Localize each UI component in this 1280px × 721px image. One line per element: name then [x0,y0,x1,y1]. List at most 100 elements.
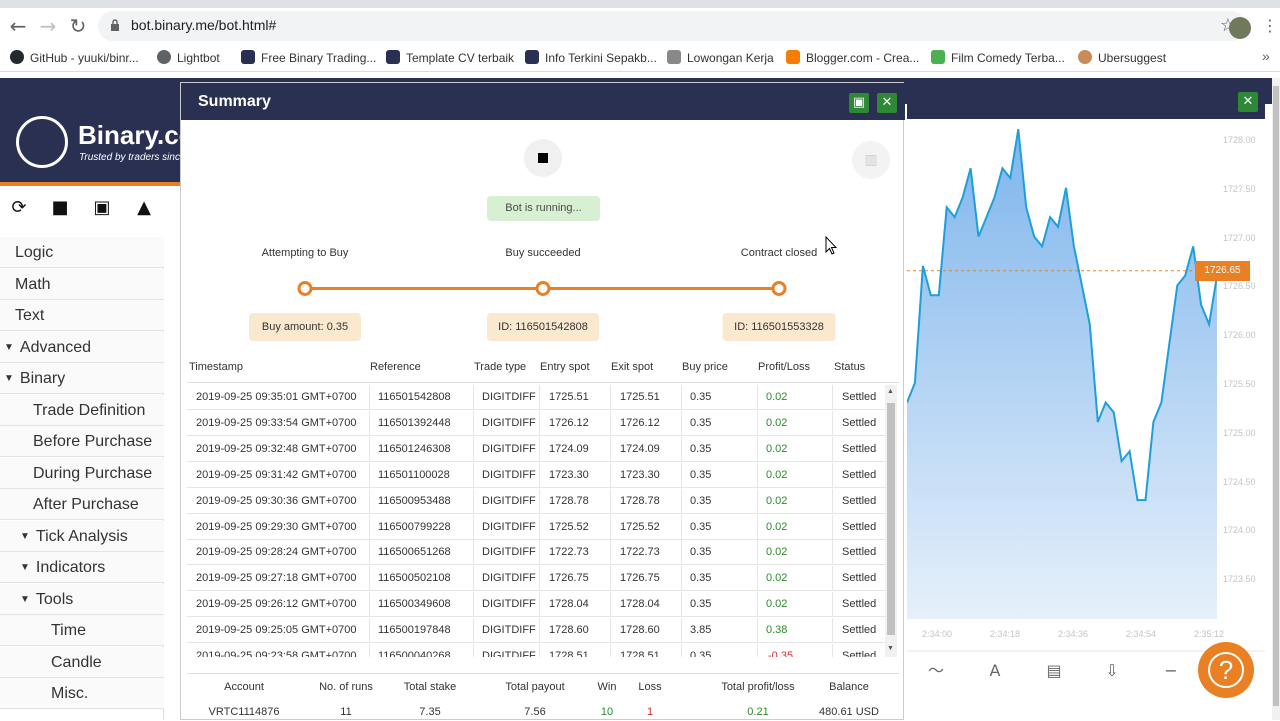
column-divider [757,592,758,618]
reload-icon[interactable]: ↻ [66,14,90,38]
column-header[interactable]: Reference [370,361,421,373]
sidebar-item[interactable]: Time [0,615,164,646]
bookmark-item[interactable]: Template CV terbaik [386,50,514,65]
table-scrollbar[interactable]: ▲ ▼ [885,385,897,657]
price-chart[interactable]: 1726.65 〜 A ▤ ⇩ − ? 1728.00 1727.50 1727.0… [907,119,1265,720]
column-divider [369,592,370,618]
bookmark-label: Free Binary Trading... [261,51,377,65]
bookmark-item[interactable]: Ubersuggest [1078,50,1166,65]
sidebar-item[interactable]: After Purchase [0,489,164,520]
column-header[interactable]: Trade type [474,361,526,373]
browser-menu-icon[interactable]: ⋮ [1262,16,1278,35]
indicators-icon[interactable]: ▤ [1044,661,1064,681]
download-icon[interactable]: ⇩ [1102,661,1122,681]
table-cell: 0.02 [766,391,788,403]
sidebar-item[interactable]: Misc. [0,678,164,709]
sidebar-item-label: Tools [35,590,74,608]
column-header[interactable]: Status [834,361,865,373]
page-scrollbar[interactable] [1272,78,1280,720]
column-divider [610,436,611,462]
url-text[interactable]: bot.binary.me/bot.html# [131,17,276,33]
scroll-down-arrow-icon[interactable]: ▼ [887,645,894,652]
bookmark-item[interactable]: Film Comedy Terba... [931,50,1065,65]
table-cell: Settled [842,494,877,507]
zoom-out-icon[interactable]: − [1161,661,1181,681]
page-scroll-thumb[interactable] [1273,86,1279,706]
sidebar-item[interactable]: Trade Definition [0,394,164,426]
y-axis-tick: 1724.00 [1223,525,1256,536]
table-cell: 1725.51 [620,391,660,403]
column-divider [369,644,370,657]
y-axis-tick: 1725.00 [1223,427,1256,438]
sidebar-item[interactable]: ▼ Advanced [0,331,164,363]
bookmarks-overflow-icon[interactable]: » [1262,48,1270,64]
table-cell: Settled [842,468,877,481]
table-cell: 0.35 [690,391,712,403]
sidebar-item-label: During Purchase [33,464,153,482]
reset-icon[interactable]: ⟳ [9,198,29,218]
step-label: Buy succeeded [505,247,581,259]
bookmark-item[interactable]: Free Binary Trading... [241,50,376,65]
sidebar-item-label: After Purchase [33,496,139,513]
table-row: 2019-09-25 09:28:24 GMT+0700 116500651268… [187,540,887,566]
table-cell: 1728.04 [620,598,660,611]
google-drive-icon[interactable]: ▲ [134,198,154,218]
table-cell: 1722.73 [620,546,660,559]
column-header[interactable]: Profit/Loss [758,361,810,373]
column-header[interactable]: Buy price [682,361,728,373]
table-cell: 1728.04 [549,598,589,611]
save-summary-button[interactable]: ▣ [849,93,869,113]
sidebar-item[interactable]: During Purchase [0,457,164,489]
bookmark-item[interactable]: Lowongan Kerja [667,50,774,65]
column-divider [757,436,758,462]
sidebar-item-label: Trade Definition [33,401,146,419]
github-icon [10,50,24,64]
x-axis-tick: 2:34:36 [1057,629,1089,639]
table-cell: 1728.78 [549,494,589,507]
bookmark-item[interactable]: GitHub - yuuki/binr... [10,50,139,65]
table-cell: Settled [842,416,877,429]
table-row: 2019-09-25 09:27:18 GMT+0700 116500502108… [187,566,887,592]
step-info-badge: ID: 116501542808 [487,313,599,341]
sidebar-item[interactable]: Logic [0,237,164,268]
sidebar-item[interactable]: Before Purchase [0,426,164,457]
column-header[interactable]: Exit spot [611,361,653,373]
help-button[interactable]: ? [1198,642,1254,698]
drawing-tools-icon[interactable]: A [985,661,1005,681]
chart-header: ✕ [907,82,1265,119]
sidebar-item[interactable]: Math [0,268,164,300]
bookmark-item[interactable]: Info Terkini Sepakb... [525,50,657,65]
save-icon[interactable]: ▣ [92,198,112,218]
column-header[interactable]: Entry spot [540,361,590,373]
column-divider [369,540,370,566]
column-divider [757,514,758,540]
table-scroll-thumb[interactable] [887,403,895,635]
bookmark-item[interactable]: Blogger.com - Crea... [786,50,919,65]
sidebar-item-label: Candle [51,653,102,671]
forward-arrow-icon[interactable]: → [36,14,60,38]
folder-icon[interactable]: ■ [50,198,70,218]
back-arrow-icon[interactable]: ← [6,14,30,38]
chart-type-icon[interactable]: 〜 [926,661,946,681]
binary-icon [525,50,539,64]
bookmark-label: Blogger.com - Crea... [806,51,920,65]
column-divider [757,566,758,592]
sidebar-item[interactable]: Text [0,300,164,331]
close-summary-button[interactable]: ✕ [877,93,897,113]
sidebar-item[interactable]: ▼ Indicators [0,552,164,583]
column-divider [757,540,758,566]
bookmark-item[interactable]: Lightbot [157,50,220,65]
profile-avatar[interactable] [1229,17,1251,39]
table-cell: 1728.51 [549,650,589,657]
sidebar-item[interactable]: ▼ Tools [0,583,164,615]
address-bar[interactable]: bot.binary.me/bot.html# ☆ [98,11,1246,41]
stop-bot-button[interactable] [524,139,562,177]
sidebar-item[interactable]: Candle [0,646,164,678]
close-chart-button[interactable]: ✕ [1238,92,1258,112]
scroll-up-arrow-icon[interactable]: ▲ [887,388,894,395]
column-header[interactable]: Timestamp [189,361,243,373]
sidebar-item[interactable]: ▼ Binary [0,363,164,394]
sidebar-item[interactable]: ▼ Tick Analysis [0,520,164,552]
y-axis-tick: 1723.50 [1223,574,1256,585]
clear-stats-button[interactable]: ▥ [852,141,890,179]
